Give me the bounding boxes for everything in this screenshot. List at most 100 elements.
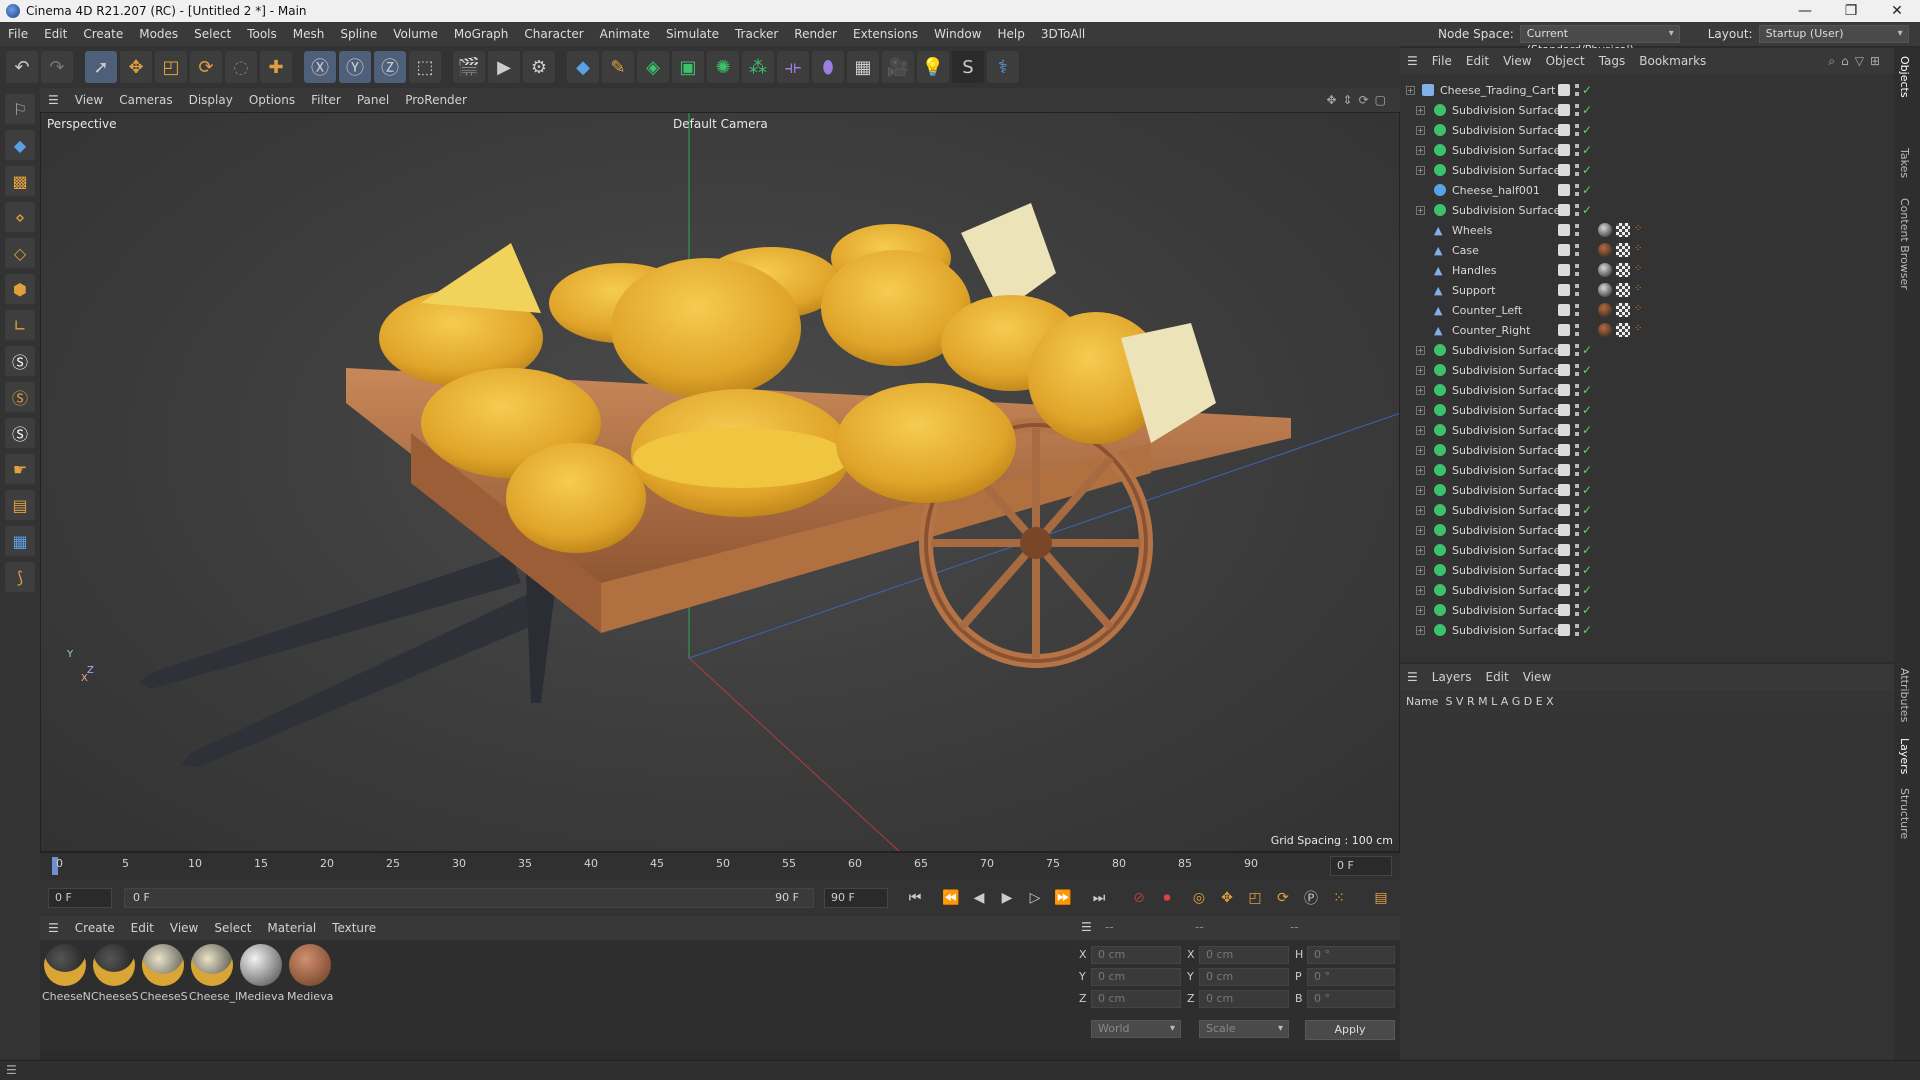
material-menu-material[interactable]: Material [259, 921, 324, 935]
rot-h-field[interactable]: 0 ° [1307, 946, 1395, 964]
viewport-menu-options[interactable]: Options [241, 93, 303, 107]
expand-toggle-icon[interactable]: + [1416, 405, 1425, 415]
layer-flag-icon[interactable] [1558, 584, 1570, 596]
tab-takes[interactable]: Takes [1898, 148, 1911, 178]
object-name[interactable]: Subdivision Surface [1452, 204, 1560, 217]
object-name[interactable]: Counter_Right [1452, 324, 1530, 337]
material-menu-view[interactable]: View [162, 921, 206, 935]
field-icon[interactable]: ⬮ [812, 51, 844, 83]
object-row[interactable]: + Subdivision Surface ✓ [1400, 520, 1894, 540]
visibility-dots-icon[interactable] [1575, 124, 1579, 136]
pen-spline-icon[interactable]: ✎ [602, 51, 634, 83]
expand-toggle-icon[interactable]: + [1416, 425, 1425, 435]
material-tag-icon[interactable] [1598, 283, 1612, 297]
size-x-field[interactable]: 0 cm [1199, 946, 1289, 964]
cloner-icon[interactable]: ✺ [707, 51, 739, 83]
layer-flag-icon[interactable] [1558, 204, 1570, 216]
object-name[interactable]: Subdivision Surface [1452, 544, 1560, 557]
edge-mode-icon[interactable]: ◇ [5, 238, 35, 268]
object-row[interactable]: + Subdivision Surface ✓ [1400, 200, 1894, 220]
visibility-dots-icon[interactable] [1575, 564, 1579, 576]
expand-toggle-icon[interactable]: + [1416, 345, 1425, 355]
object-row[interactable]: + Subdivision Surface ✓ [1400, 440, 1894, 460]
object-name[interactable]: Subdivision Surface [1452, 124, 1560, 137]
uvw-tag-icon[interactable] [1616, 243, 1630, 257]
object-name[interactable]: Subdivision Surface [1452, 404, 1560, 417]
point-mode-icon[interactable]: ⋄ [5, 202, 35, 232]
coord-menu-toggle-icon[interactable]: ☰ [1081, 920, 1092, 934]
object-name[interactable]: Handles [1452, 264, 1497, 277]
menu-mograph[interactable]: MoGraph [446, 27, 517, 41]
enabled-check-icon[interactable]: ✓ [1582, 623, 1592, 637]
pos-z-field[interactable]: 0 cm [1091, 990, 1181, 1008]
material-menu-toggle-icon[interactable]: ☰ [40, 921, 67, 935]
frame-range-slider[interactable]: 0 F 90 F [124, 888, 814, 908]
viewport-menu-display[interactable]: Display [181, 93, 241, 107]
material-swatch[interactable]: Medieva [287, 944, 333, 1003]
object-row[interactable]: ▲ Case ⁘ [1400, 240, 1894, 260]
object-row[interactable]: + Subdivision Surface ✓ [1400, 600, 1894, 620]
object-name[interactable]: Support [1452, 284, 1495, 297]
enabled-check-icon[interactable]: ✓ [1582, 183, 1592, 197]
layer-menu-view[interactable]: View [1516, 670, 1558, 684]
enabled-check-icon[interactable]: ✓ [1582, 163, 1592, 177]
rotate-tool-icon[interactable]: ⟳ [190, 51, 222, 83]
texture-mode-icon[interactable]: ▩ [5, 166, 35, 196]
menu-edit[interactable]: Edit [36, 27, 75, 41]
x-axis-lock-icon[interactable]: Ⓧ [304, 51, 336, 83]
rot-p-field[interactable]: 0 ° [1307, 968, 1395, 986]
enabled-check-icon[interactable]: ✓ [1582, 423, 1592, 437]
layer-flag-icon[interactable] [1558, 264, 1570, 276]
menu-modes[interactable]: Modes [131, 27, 186, 41]
object-row[interactable]: ▲ Wheels ⁘ [1400, 220, 1894, 240]
enabled-check-icon[interactable]: ✓ [1582, 203, 1592, 217]
layer-flag-icon[interactable] [1558, 424, 1570, 436]
visibility-dots-icon[interactable] [1575, 284, 1579, 296]
layout-dropdown[interactable]: Startup (User) [1758, 25, 1909, 43]
layer-flag-icon[interactable] [1558, 464, 1570, 476]
expand-toggle-icon[interactable]: + [1416, 605, 1425, 615]
menu-volume[interactable]: Volume [385, 27, 446, 41]
expand-toggle-icon[interactable] [1416, 326, 1425, 335]
tab-content-browser[interactable]: Content Browser [1898, 198, 1911, 290]
move-tool-icon[interactable]: ✥ [120, 51, 152, 83]
visibility-dots-icon[interactable] [1575, 404, 1579, 416]
expand-toggle-icon[interactable]: + [1416, 585, 1425, 595]
point-level-icon[interactable]: ⁙ [1326, 885, 1352, 911]
object-name[interactable]: Subdivision Surface [1452, 604, 1560, 617]
menu-character[interactable]: Character [516, 27, 591, 41]
menu-extensions[interactable]: Extensions [845, 27, 926, 41]
object-row[interactable]: + Subdivision Surface ✓ [1400, 360, 1894, 380]
floor-icon[interactable]: ▦ [847, 51, 879, 83]
expand-toggle-icon[interactable]: + [1416, 625, 1425, 635]
expand-toggle-icon[interactable]: + [1416, 125, 1425, 135]
layer-flag-icon[interactable] [1558, 224, 1570, 236]
visibility-dots-icon[interactable] [1575, 444, 1579, 456]
record-keys-icon[interactable]: ⊘ [1126, 885, 1152, 911]
layer-flag-icon[interactable] [1558, 104, 1570, 116]
enabled-check-icon[interactable]: ✓ [1582, 123, 1592, 137]
enabled-check-icon[interactable]: ✓ [1582, 483, 1592, 497]
object-name[interactable]: Subdivision Surface [1452, 384, 1560, 397]
layer-menu-edit[interactable]: Edit [1478, 670, 1515, 684]
autokeying-icon[interactable]: ⏺ [1154, 885, 1180, 911]
material-swatch[interactable]: CheeseS [140, 944, 188, 1003]
visibility-dots-icon[interactable] [1575, 264, 1579, 276]
layer-flag-icon[interactable] [1558, 124, 1570, 136]
current-frame-field[interactable]: 0 F [1330, 856, 1392, 876]
uvw-tag-icon[interactable] [1616, 263, 1630, 277]
expand-toggle-icon[interactable] [1416, 186, 1425, 195]
layer-flag-icon[interactable] [1558, 604, 1570, 616]
material-menu-edit[interactable]: Edit [123, 921, 162, 935]
uvw-tag-icon[interactable] [1616, 323, 1630, 337]
selection-tag-icon[interactable]: ⁘ [1634, 243, 1648, 257]
quantize-icon[interactable]: Ⓢ [5, 418, 35, 448]
script-icon[interactable]: S [952, 51, 984, 83]
object-row[interactable]: + Subdivision Surface ✓ [1400, 620, 1894, 640]
subdivision-generator-icon[interactable]: ◈ [637, 51, 669, 83]
cube-object-icon[interactable]: ◆ [567, 51, 599, 83]
menu-spline[interactable]: Spline [332, 27, 385, 41]
layer-flag-icon[interactable] [1558, 344, 1570, 356]
coord-scale-dropdown[interactable]: Scale [1199, 1020, 1289, 1038]
visibility-dots-icon[interactable] [1575, 224, 1579, 236]
